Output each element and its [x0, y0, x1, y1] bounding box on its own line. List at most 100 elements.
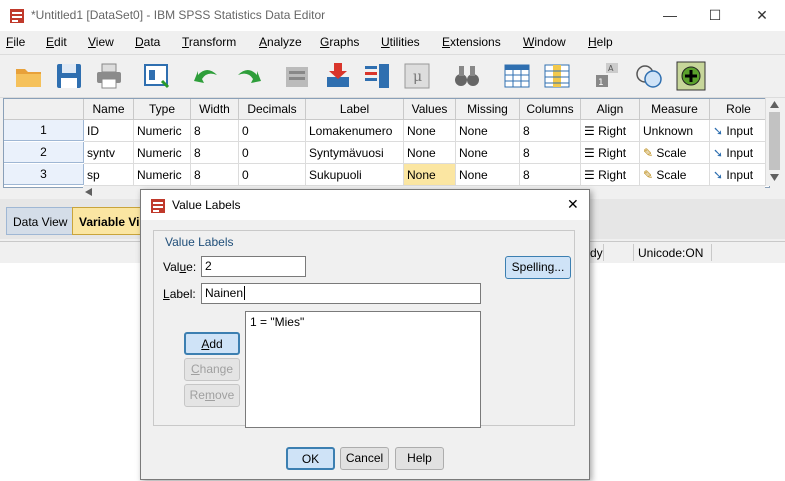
- variables-icon[interactable]: [362, 61, 392, 91]
- cell-align-text: Right: [598, 168, 627, 182]
- ok-button[interactable]: OK: [286, 447, 335, 470]
- cell-role[interactable]: ➘ Input: [710, 120, 768, 142]
- vertical-scroll-thumb[interactable]: [769, 112, 780, 170]
- close-window-button[interactable]: ✕: [739, 0, 785, 31]
- dialog-title: Value Labels: [172, 198, 241, 212]
- value-input[interactable]: 2: [201, 256, 306, 277]
- cell-width[interactable]: 8: [191, 164, 239, 186]
- menu-graphs[interactable]: Graphs: [320, 35, 359, 49]
- column-header-values[interactable]: Values: [404, 99, 456, 120]
- cell-missing[interactable]: None: [456, 120, 520, 142]
- column-header-decimals[interactable]: Decimals: [239, 99, 306, 120]
- menu-window[interactable]: Window: [523, 35, 566, 49]
- redo-icon[interactable]: [233, 61, 263, 91]
- column-header-role[interactable]: Role: [710, 99, 768, 120]
- save-icon[interactable]: [54, 61, 84, 91]
- cell-type[interactable]: Numeric: [134, 120, 191, 142]
- cell-type[interactable]: Numeric: [134, 142, 191, 164]
- cell-columns[interactable]: 8: [520, 164, 581, 186]
- find-binoculars-icon[interactable]: [452, 61, 482, 91]
- label-input[interactable]: Nainen: [201, 283, 481, 304]
- column-header-type[interactable]: Type: [134, 99, 191, 120]
- row-header-2[interactable]: 2: [4, 142, 84, 163]
- scroll-up-icon[interactable]: [770, 101, 779, 108]
- open-folder-icon[interactable]: [14, 61, 44, 91]
- cell-missing[interactable]: None: [456, 164, 520, 186]
- insert-variable-icon[interactable]: [542, 61, 572, 91]
- column-header-align[interactable]: Align: [581, 99, 640, 120]
- cell-values[interactable]: None: [404, 120, 456, 142]
- cell-measure[interactable]: ✎ Scale: [640, 164, 710, 186]
- column-header-measure[interactable]: Measure: [640, 99, 710, 120]
- help-button[interactable]: Help: [395, 447, 444, 470]
- vertical-scrollbar[interactable]: [765, 98, 783, 186]
- value-labels-icon[interactable]: A1: [592, 61, 622, 91]
- dialog-close-button[interactable]: ✕: [567, 196, 579, 213]
- cell-decimals[interactable]: 0: [239, 142, 306, 164]
- change-button[interactable]: Change: [184, 358, 240, 381]
- menu-data[interactable]: Data: [135, 35, 160, 49]
- menu-view[interactable]: View: [88, 35, 114, 49]
- list-item[interactable]: 1 = "Mies": [246, 312, 480, 332]
- row-header-3[interactable]: 3: [4, 164, 84, 185]
- cell-measure[interactable]: ✎ Scale: [640, 142, 710, 164]
- menu-help[interactable]: Help: [588, 35, 613, 49]
- insert-cases-icon[interactable]: [502, 61, 532, 91]
- cell-decimals[interactable]: 0: [239, 164, 306, 186]
- spelling-button[interactable]: Spelling...: [505, 256, 571, 279]
- column-header-missing[interactable]: Missing: [456, 99, 520, 120]
- menu-extensions[interactable]: Extensions: [442, 35, 501, 49]
- cell-columns[interactable]: 8: [520, 120, 581, 142]
- value-labels-list[interactable]: 1 = "Mies": [245, 311, 481, 428]
- cell-name[interactable]: ID: [84, 120, 134, 142]
- column-header-label[interactable]: Label: [306, 99, 404, 120]
- menu-utilities[interactable]: Utilities: [381, 35, 420, 49]
- add-button[interactable]: Add: [184, 332, 240, 355]
- cell-decimals[interactable]: 0: [239, 120, 306, 142]
- cell-align[interactable]: ☰ Right: [581, 164, 640, 186]
- cell-values-selected[interactable]: None: [404, 164, 456, 186]
- cell-width[interactable]: 8: [191, 142, 239, 164]
- scroll-down-icon[interactable]: [770, 174, 779, 181]
- menu-transform[interactable]: Transform: [182, 35, 236, 49]
- cell-name[interactable]: sp: [84, 164, 134, 186]
- tab-variable-view[interactable]: Variable View: [72, 207, 142, 235]
- undo-icon[interactable]: [192, 61, 222, 91]
- cancel-button[interactable]: Cancel: [340, 447, 389, 470]
- cell-align[interactable]: ☰ Right: [581, 142, 640, 164]
- row-header-1[interactable]: 1: [4, 120, 84, 141]
- go-to-case-icon[interactable]: [283, 61, 313, 91]
- cell-width[interactable]: 8: [191, 120, 239, 142]
- cell-columns[interactable]: 8: [520, 142, 581, 164]
- cell-measure[interactable]: Unknown: [640, 120, 710, 142]
- print-icon[interactable]: [94, 61, 124, 91]
- run-descriptives-icon[interactable]: μ: [402, 61, 432, 91]
- column-header-columns[interactable]: Columns: [520, 99, 581, 120]
- cell-type[interactable]: Numeric: [134, 164, 191, 186]
- maximize-button[interactable]: ☐: [692, 0, 738, 31]
- cell-align[interactable]: ☰ Right: [581, 120, 640, 142]
- cell-label[interactable]: Syntymävuosi: [306, 142, 404, 164]
- use-variable-sets-icon[interactable]: [634, 61, 664, 91]
- menu-file[interactable]: File: [6, 35, 25, 49]
- cell-name[interactable]: syntv: [84, 142, 134, 164]
- dialog-recall-icon[interactable]: [142, 61, 172, 91]
- go-to-variable-icon[interactable]: [323, 61, 353, 91]
- minimize-button[interactable]: —: [647, 0, 693, 31]
- column-header-name[interactable]: Name: [84, 99, 134, 120]
- cell-role[interactable]: ➘ Input: [710, 164, 768, 186]
- scroll-left-icon[interactable]: [85, 188, 92, 196]
- align-right-icon: ☰: [584, 124, 599, 138]
- cell-role[interactable]: ➘ Input: [710, 142, 768, 164]
- remove-button[interactable]: Remove: [184, 384, 240, 407]
- menu-analyze[interactable]: Analyze: [259, 35, 302, 49]
- menu-edit[interactable]: Edit: [46, 35, 67, 49]
- cell-values[interactable]: None: [404, 142, 456, 164]
- tab-data-view[interactable]: Data View: [6, 207, 75, 235]
- cell-label[interactable]: Lomakenumero: [306, 120, 404, 142]
- svg-text:μ: μ: [413, 69, 422, 85]
- spelling-add-icon[interactable]: [676, 61, 706, 91]
- cell-label[interactable]: Sukupuoli: [306, 164, 404, 186]
- cell-missing[interactable]: None: [456, 142, 520, 164]
- column-header-width[interactable]: Width: [191, 99, 239, 120]
